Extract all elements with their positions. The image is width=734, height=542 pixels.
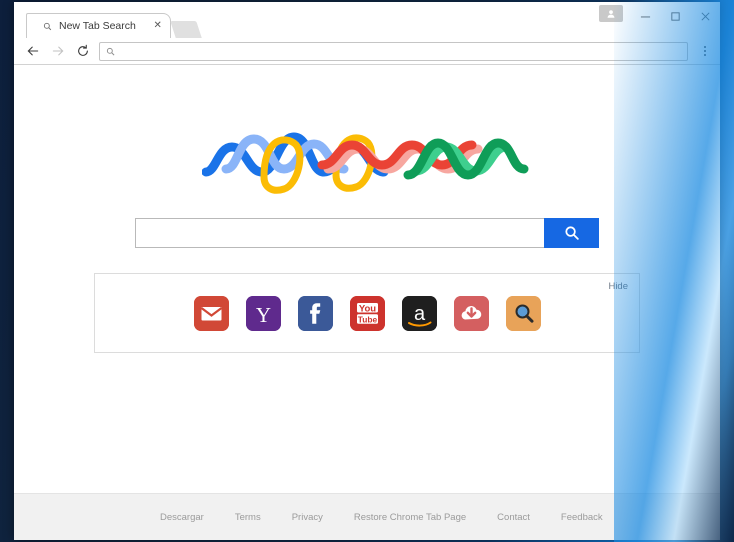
footer-link-terms[interactable]: Terms [235,512,261,523]
footer-link-feedback[interactable]: Feedback [561,512,603,523]
search-submit-button[interactable] [544,218,599,248]
tab-strip: New Tab Search ✕ [14,2,720,38]
svg-text:a: a [413,303,425,325]
logo-waves [201,132,529,194]
new-tab-button[interactable] [170,21,202,38]
maximize-button[interactable] [660,2,690,30]
maximize-icon [670,11,680,21]
search-input[interactable] [136,219,544,247]
close-button[interactable] [690,2,720,30]
arrow-right-icon [52,46,63,56]
menu-dot [704,54,706,56]
reload-button[interactable] [74,43,91,60]
tab-favicon-search-icon [41,20,53,32]
shortcut-amazon[interactable]: a [401,295,437,331]
minimize-button[interactable] [630,2,660,30]
search-icon [564,226,579,240]
gmail-icon [193,295,229,331]
address-bar[interactable] [99,41,688,61]
footer-link-contact[interactable]: Contact [497,512,530,523]
menu-dot [704,46,706,48]
forward-button[interactable] [49,43,66,60]
minimize-icon [640,16,650,17]
page-footer: Descargar Terms Privacy Restore Chrome T… [14,493,720,540]
footer-link-privacy[interactable]: Privacy [292,512,323,523]
facebook-icon [297,295,333,331]
shortcut-youtube[interactable]: You Tube [349,295,385,331]
amazon-icon: a [401,295,437,331]
shortcut-yahoo[interactable]: Y [245,295,281,331]
shortcut-search[interactable] [505,295,541,331]
browser-window: New Tab Search ✕ Hide Y You Tube a Desca… [14,2,720,540]
tab-list: New Tab Search ✕ [26,13,202,38]
wave-ribbon-logo [201,117,532,202]
omnibox-search-icon [106,47,115,56]
search-row [135,218,599,248]
browser-toolbar [14,38,720,65]
shortcut-facebook[interactable] [297,295,333,331]
new-tab-page: Hide Y You Tube a Descargar Terms Privac… [14,65,720,540]
address-bar-input[interactable] [121,45,681,57]
footer-link-descargar[interactable]: Descargar [160,512,204,523]
tab-new-tab-search[interactable]: New Tab Search ✕ [26,13,171,38]
youtube-icon: You Tube [349,295,385,331]
shortcuts-panel: Hide Y You Tube a [94,273,640,353]
shortcut-download[interactable] [453,295,489,331]
yahoo-icon: Y [245,295,281,331]
profile-avatar-button[interactable] [599,5,623,22]
magnifier-icon [505,295,541,331]
close-icon [701,12,709,20]
tab-title: New Tab Search [59,20,136,32]
person-icon [607,9,615,18]
search-box[interactable] [135,218,544,248]
browser-menu-button[interactable] [696,41,714,61]
svg-text:You: You [358,303,375,314]
desktop-background: New Tab Search ✕ Hide Y You Tube a Desca… [0,0,734,542]
svg-text:Y: Y [255,303,270,327]
tab-close-icon[interactable]: ✕ [153,21,161,31]
download-cloud-icon [453,295,489,331]
shortcut-gmail[interactable] [193,295,229,331]
window-controls [599,2,720,30]
svg-text:Tube: Tube [357,314,377,324]
footer-link-restore-chrome-tab-page[interactable]: Restore Chrome Tab Page [354,512,466,523]
menu-dot [704,50,706,52]
back-button[interactable] [24,43,41,60]
arrow-left-icon [27,46,38,56]
reload-icon [77,44,88,56]
hide-shortcuts-link[interactable]: Hide [608,281,628,292]
